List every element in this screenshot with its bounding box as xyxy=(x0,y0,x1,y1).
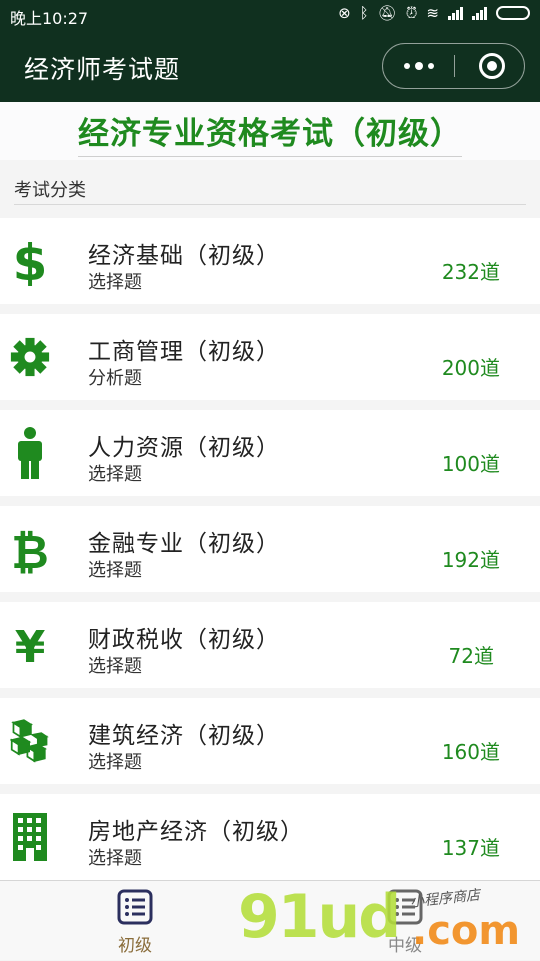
category-type: 选择题 xyxy=(88,752,142,773)
category-item-business[interactable]: 工商管理（初级） 分析题 200道 xyxy=(0,314,540,400)
question-count: 160道 xyxy=(441,740,500,764)
mute-icon: 🔕︎ xyxy=(377,4,397,22)
battery-icon xyxy=(496,6,530,20)
person-icon xyxy=(10,424,50,482)
gear-icon xyxy=(10,328,50,386)
more-button[interactable] xyxy=(383,44,454,88)
bluetooth-icon: ᛒ xyxy=(359,4,369,22)
link-icon: ⊗ xyxy=(338,4,351,22)
building-icon xyxy=(10,808,50,866)
status-icons: ⊗ ᛒ 🔕︎ ⏰︎ ≋ xyxy=(338,4,530,22)
question-count: 200道 xyxy=(441,356,500,380)
list-icon xyxy=(117,889,153,925)
category-item-real-estate[interactable]: 房地产经济（初级） 选择题 137道 xyxy=(0,794,540,880)
status-time: 晚上10:27 xyxy=(10,9,89,28)
category-type: 选择题 xyxy=(88,272,142,293)
page-title: 经济师考试题 xyxy=(24,55,181,84)
category-item-hr[interactable]: 人力资源（初级） 选择题 100道 xyxy=(0,410,540,496)
capsule-divider xyxy=(454,55,455,77)
svg-text:₿: ₿ xyxy=(11,525,49,574)
category-type: 分析题 xyxy=(88,368,142,389)
question-count: 100道 xyxy=(441,452,500,476)
svg-text:$: $ xyxy=(13,236,47,286)
alarm-icon: ⏰︎ xyxy=(405,4,418,22)
category-name: 人力资源（初级） xyxy=(88,435,280,461)
section-header: 考试分类 xyxy=(0,160,540,218)
category-type: 选择题 xyxy=(88,848,142,869)
close-miniprogram-button[interactable] xyxy=(479,53,505,79)
dollar-icon: $ xyxy=(10,232,50,290)
question-count: 137道 xyxy=(441,836,500,860)
category-name: 房地产经济（初级） xyxy=(88,819,304,845)
section-label: 考试分类 xyxy=(14,180,86,201)
category-name: 金融专业（初级） xyxy=(88,531,280,557)
svg-text:¥: ¥ xyxy=(15,622,46,670)
cubes-icon xyxy=(10,712,50,770)
banner-title: 经济专业资格考试（初级） xyxy=(78,108,462,157)
category-item-finance[interactable]: ₿ 金融专业（初级） 选择题 192道 xyxy=(0,506,540,592)
more-dot-icon xyxy=(427,63,434,69)
tab-intermediate[interactable]: 中级 xyxy=(345,881,465,961)
category-name: 工商管理（初级） xyxy=(88,339,280,365)
signal-icon xyxy=(448,6,463,20)
category-name: 财政税收（初级） xyxy=(88,627,280,653)
list-icon xyxy=(387,889,423,925)
question-count: 192道 xyxy=(441,548,500,572)
tab-label: 初级 xyxy=(118,936,152,956)
category-item-tax[interactable]: ¥ 财政税收（初级） 选择题 72道 xyxy=(0,602,540,688)
signal-icon-2 xyxy=(472,6,487,20)
tab-label: 中级 xyxy=(388,936,422,956)
bitcoin-icon: ₿ xyxy=(10,520,50,578)
more-dot-icon xyxy=(414,62,423,70)
category-item-economics[interactable]: $ 经济基础（初级） 选择题 232道 xyxy=(0,218,540,304)
question-count: 72道 xyxy=(448,644,494,668)
category-name: 建筑经济（初级） xyxy=(88,723,280,749)
more-dot-icon xyxy=(403,63,410,69)
nav-bar: 经济师考试题 xyxy=(0,30,540,102)
section-divider xyxy=(14,204,526,205)
status-bar: 晚上10:27 ⊗ ᛒ 🔕︎ ⏰︎ ≋ xyxy=(0,0,540,30)
question-count: 232道 xyxy=(441,260,500,284)
banner: 经济专业资格考试（初级） xyxy=(0,102,540,160)
yen-icon: ¥ xyxy=(10,616,50,674)
category-type: 选择题 xyxy=(88,656,142,677)
tab-bar: 初级 中级 xyxy=(0,880,540,960)
miniprogram-capsule xyxy=(382,43,525,89)
category-type: 选择题 xyxy=(88,464,142,485)
category-name: 经济基础（初级） xyxy=(88,243,280,269)
category-type: 选择题 xyxy=(88,560,142,581)
category-list: $ 经济基础（初级） 选择题 232道 工商管理（初级） 分析题 200道 人力… xyxy=(0,218,540,890)
category-item-construction[interactable]: 建筑经济（初级） 选择题 160道 xyxy=(0,698,540,784)
tab-junior[interactable]: 初级 xyxy=(75,881,195,961)
wifi-icon: ≋ xyxy=(426,4,439,22)
